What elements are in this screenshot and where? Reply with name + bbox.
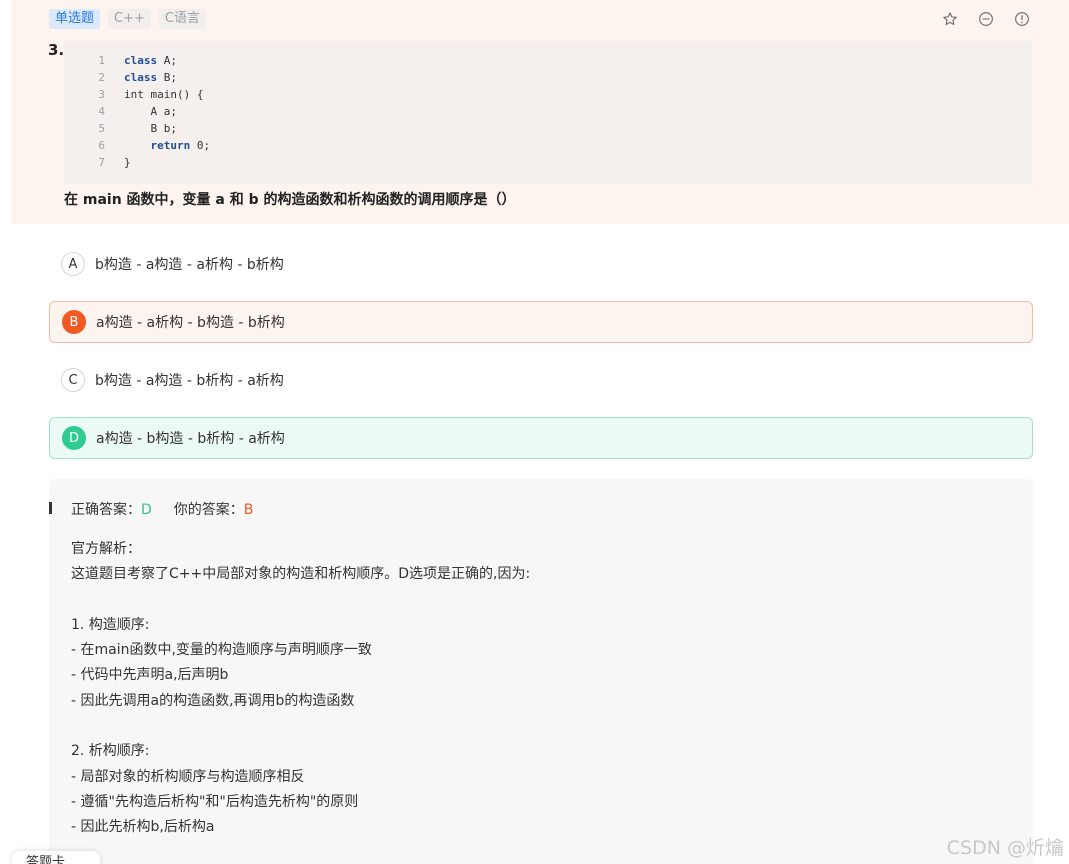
option-c[interactable]: C b构造 - a构造 - b析构 - a析构 <box>49 359 1033 401</box>
question-text: 在 main 函数中，变量 a 和 b 的构造函数和析构函数的调用顺序是（） <box>64 192 516 208</box>
option-text: a构造 - a析构 - b构造 - b析构 <box>96 315 285 331</box>
correct-answer-value: D <box>141 502 152 518</box>
question-number: 3. <box>48 41 65 59</box>
option-letter: D <box>62 426 86 450</box>
option-text: b构造 - a构造 - b析构 - a析构 <box>95 373 284 389</box>
option-letter: B <box>62 310 86 334</box>
question-tags: 单选题 C++ C语言 <box>49 9 206 29</box>
code-line: 4 A a; <box>98 105 177 118</box>
info-circle-icon[interactable] <box>1013 10 1031 28</box>
question-toolbar <box>941 10 1031 28</box>
code-line: 6 return 0; <box>98 139 211 152</box>
watermark: CSDN @炘爚 <box>946 837 1064 859</box>
your-answer-value: B <box>243 502 254 518</box>
code-line: 2 class B; <box>98 71 177 84</box>
tag-single-choice: 单选题 <box>49 9 101 29</box>
answer-sheet-tab[interactable]: 答题卡 <box>12 851 100 864</box>
analysis-panel: 正确答案：D 你的答案：B 官方解析： 这道题目考察了C++中局部对象的构造和析构… <box>49 479 1033 864</box>
star-icon[interactable] <box>941 10 959 28</box>
question-page: 单选题 C++ C语言 3. 1 class A; 2 class B; 3 int … <box>0 0 1069 864</box>
option-a[interactable]: A b构造 - a构造 - a析构 - b析构 <box>49 243 1033 285</box>
option-text: a构造 - b构造 - b析构 - a析构 <box>96 431 285 447</box>
option-letter: C <box>61 368 85 392</box>
code-block: 1 class A; 2 class B; 3 int main() { 4 A a;… <box>64 41 1032 184</box>
your-answer-label: 你的答案： <box>173 502 244 518</box>
code-line: 3 int main() { <box>98 88 204 101</box>
tag-c-language: C语言 <box>158 9 206 29</box>
option-letter: A <box>61 252 85 276</box>
code-line: 1 class A; <box>98 54 177 67</box>
answer-summary: 正确答案：D 你的答案：B <box>71 499 253 519</box>
option-b[interactable]: B a构造 - a析构 - b构造 - b析构 <box>49 301 1033 343</box>
code-line: 5 B b; <box>98 122 177 135</box>
tag-cpp: C++ <box>108 9 151 29</box>
correct-answer-label: 正确答案： <box>71 502 141 518</box>
code-line: 7} <box>98 156 131 169</box>
analysis-text: 官方解析： 这道题目考察了C++中局部对象的构造和析构顺序。D选项是正确的,因为… <box>71 541 531 836</box>
option-text: b构造 - a构造 - a析构 - b析构 <box>95 257 284 273</box>
option-d[interactable]: D a构造 - b构造 - b析构 - a析构 <box>49 417 1033 459</box>
answer-marker <box>49 502 52 514</box>
minus-circle-icon[interactable] <box>977 10 995 28</box>
